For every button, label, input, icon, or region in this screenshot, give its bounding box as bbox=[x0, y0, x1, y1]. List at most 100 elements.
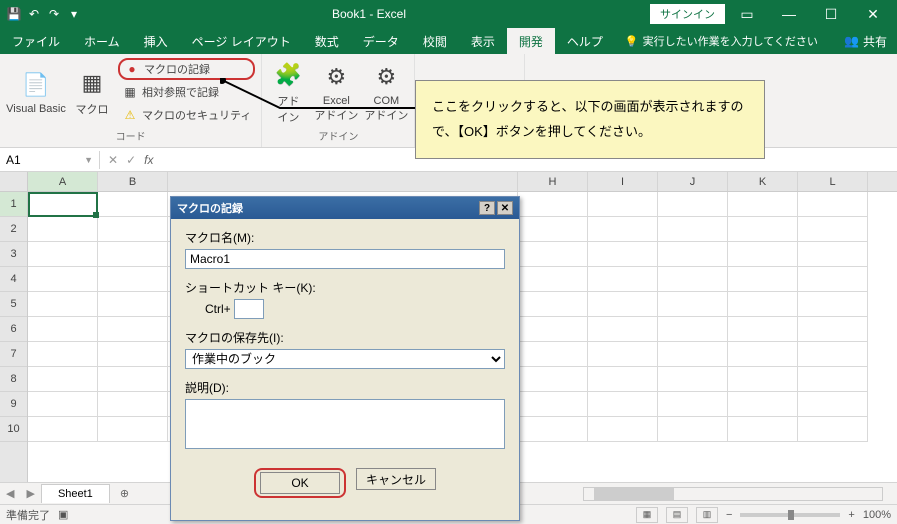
zoom-slider[interactable] bbox=[740, 513, 840, 517]
row-header[interactable]: 8 bbox=[0, 367, 27, 392]
new-sheet-button[interactable]: ⊕ bbox=[110, 487, 139, 500]
tell-me-label: 実行したい作業を入力してください bbox=[643, 33, 818, 49]
status-ready: 準備完了 bbox=[6, 507, 50, 523]
sheet-tab[interactable]: Sheet1 bbox=[41, 484, 110, 503]
qat-dropdown-icon[interactable]: ▾ bbox=[66, 6, 82, 22]
tab-help[interactable]: ヘルプ bbox=[555, 28, 615, 54]
tab-developer[interactable]: 開発 bbox=[507, 28, 555, 54]
macro-name-label: マクロ名(M): bbox=[185, 229, 505, 246]
macros-button[interactable]: ▦ マクロ bbox=[72, 58, 112, 126]
close-button[interactable]: ✕ bbox=[853, 0, 893, 28]
col-header[interactable]: K bbox=[728, 172, 798, 191]
visual-basic-button[interactable]: 📄 Visual Basic bbox=[6, 58, 66, 126]
share-button[interactable]: 👥 共有 bbox=[834, 28, 897, 54]
store-in-select[interactable]: 作業中のブック bbox=[185, 349, 505, 369]
lightbulb-icon: 💡 bbox=[625, 35, 639, 48]
dialog-title: マクロの記録 bbox=[177, 200, 243, 216]
tab-home[interactable]: ホーム bbox=[72, 28, 132, 54]
tab-pagelayout[interactable]: ページ レイアウト bbox=[180, 28, 303, 54]
ctrl-prefix: Ctrl+ bbox=[205, 302, 231, 316]
row-header[interactable]: 2 bbox=[0, 217, 27, 242]
ok-button[interactable]: OK bbox=[260, 472, 340, 494]
col-header[interactable]: B bbox=[98, 172, 168, 191]
row-header[interactable]: 6 bbox=[0, 317, 27, 342]
vb-label: Visual Basic bbox=[6, 103, 66, 115]
ribbon-tabs: ファイル ホーム 挿入 ページ レイアウト 数式 データ 校閲 表示 開発 ヘル… bbox=[0, 28, 897, 54]
dialog-help-button[interactable]: ? bbox=[479, 201, 495, 215]
col-header[interactable]: L bbox=[798, 172, 868, 191]
col-header[interactable]: J bbox=[658, 172, 728, 191]
warning-icon: ⚠ bbox=[122, 107, 138, 123]
zoom-out-button[interactable]: − bbox=[726, 509, 732, 521]
tab-file[interactable]: ファイル bbox=[0, 28, 72, 54]
col-header[interactable]: H bbox=[518, 172, 588, 191]
relative-ref-label: 相対参照で記録 bbox=[142, 84, 219, 100]
tell-me[interactable]: 💡 実行したい作業を入力してください bbox=[615, 28, 828, 54]
undo-icon[interactable]: ↶ bbox=[26, 6, 42, 22]
sheet-nav-prev-icon[interactable]: ◀ bbox=[0, 487, 20, 500]
select-all-corner[interactable] bbox=[0, 172, 27, 192]
callout-connector bbox=[220, 78, 420, 118]
name-box-dropdown-icon[interactable]: ▼ bbox=[84, 155, 93, 165]
store-in-label: マクロの保存先(I): bbox=[185, 329, 505, 346]
row-header[interactable]: 9 bbox=[0, 392, 27, 417]
dialog-close-button[interactable]: ✕ bbox=[497, 201, 513, 215]
code-group-label: コード bbox=[6, 126, 255, 143]
window-title: Book1 - Excel bbox=[88, 7, 650, 21]
share-icon: 👥 bbox=[844, 34, 859, 48]
col-header[interactable]: I bbox=[588, 172, 658, 191]
row-header[interactable]: 7 bbox=[0, 342, 27, 367]
macro-name-input[interactable] bbox=[185, 249, 505, 269]
col-header-hidden bbox=[168, 172, 518, 191]
row-header[interactable]: 10 bbox=[0, 417, 27, 442]
redo-icon[interactable]: ↷ bbox=[46, 6, 62, 22]
minimize-button[interactable]: — bbox=[769, 0, 809, 28]
pagelayout-view-button[interactable]: ▤ bbox=[666, 507, 688, 523]
row-header[interactable]: 1 bbox=[0, 192, 27, 217]
title-bar: 💾 ↶ ↷ ▾ Book1 - Excel サインイン ▭ — ☐ ✕ bbox=[0, 0, 897, 28]
maximize-button[interactable]: ☐ bbox=[811, 0, 851, 28]
column-headers: A B H I J K L bbox=[28, 172, 897, 192]
zoom-in-button[interactable]: + bbox=[848, 509, 854, 521]
row-header[interactable]: 3 bbox=[0, 242, 27, 267]
name-box[interactable]: A1 ▼ bbox=[0, 151, 100, 169]
record-macro-dialog: マクロの記録 ? ✕ マクロ名(M): ショートカット キー(K): Ctrl+… bbox=[170, 196, 520, 521]
normal-view-button[interactable]: ▦ bbox=[636, 507, 658, 523]
shortcut-key-input[interactable] bbox=[234, 299, 264, 319]
signin-button[interactable]: サインイン bbox=[650, 4, 725, 24]
record-icon: ● bbox=[124, 61, 140, 77]
shortcut-key-label: ショートカット キー(K): bbox=[185, 279, 505, 296]
description-label: 説明(D): bbox=[185, 379, 505, 396]
relative-icon: ▦ bbox=[122, 84, 138, 100]
ribbon-options-icon[interactable]: ▭ bbox=[727, 0, 767, 28]
zoom-level[interactable]: 100% bbox=[863, 509, 891, 521]
tab-formulas[interactable]: 数式 bbox=[303, 28, 351, 54]
row-headers: 1 2 3 4 5 6 7 8 9 10 bbox=[0, 172, 28, 482]
tab-review[interactable]: 校閲 bbox=[411, 28, 459, 54]
record-macro-label: マクロの記録 bbox=[144, 61, 210, 77]
tab-insert[interactable]: 挿入 bbox=[132, 28, 180, 54]
annotation-callout: ここをクリックすると、以下の画面が表示されますので、【OK】ボタンを押してくださ… bbox=[415, 80, 765, 159]
share-label: 共有 bbox=[863, 33, 887, 50]
tab-data[interactable]: データ bbox=[351, 28, 411, 54]
save-icon[interactable]: 💾 bbox=[6, 6, 22, 22]
col-header[interactable]: A bbox=[28, 172, 98, 191]
row-header[interactable]: 4 bbox=[0, 267, 27, 292]
row-header[interactable]: 5 bbox=[0, 292, 27, 317]
pagebreak-view-button[interactable]: ▥ bbox=[696, 507, 718, 523]
dialog-titlebar[interactable]: マクロの記録 ? ✕ bbox=[171, 197, 519, 219]
macros-label: マクロ bbox=[76, 101, 109, 117]
tab-view[interactable]: 表示 bbox=[459, 28, 507, 54]
name-box-value: A1 bbox=[6, 153, 21, 167]
vb-icon: 📄 bbox=[20, 69, 52, 101]
record-macro-button[interactable]: ● マクロの記録 bbox=[118, 58, 255, 80]
macros-icon: ▦ bbox=[76, 67, 108, 99]
horizontal-scrollbar[interactable] bbox=[583, 487, 883, 501]
fx-icon[interactable]: fx bbox=[144, 153, 153, 167]
cancel-fx-icon: ✕ bbox=[108, 153, 118, 167]
sheet-nav-next-icon[interactable]: ▶ bbox=[20, 487, 40, 500]
description-input[interactable] bbox=[185, 399, 505, 449]
macro-record-status-icon[interactable]: ▣ bbox=[58, 508, 68, 521]
cancel-button[interactable]: キャンセル bbox=[356, 468, 436, 490]
addin-group-label: アドイン bbox=[268, 126, 408, 143]
